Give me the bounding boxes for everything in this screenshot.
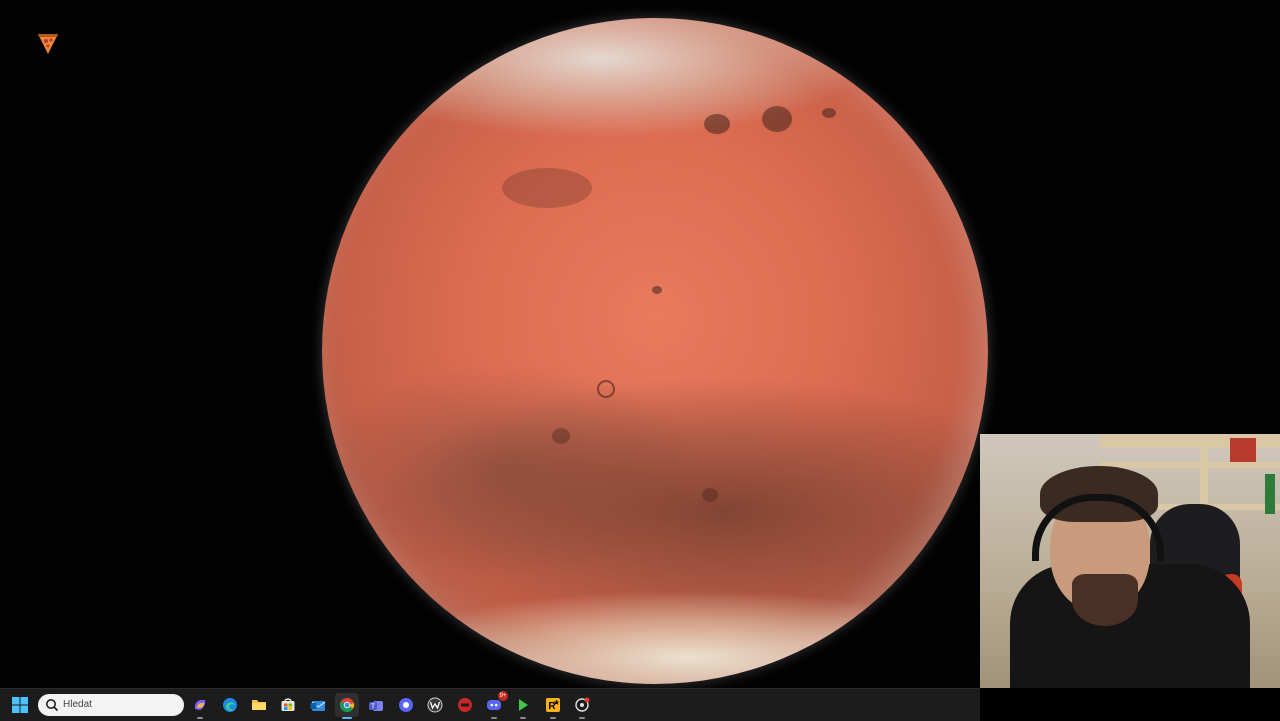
teams-button[interactable]: T [364,693,388,717]
outlook-button[interactable] [306,693,330,717]
notification-badge: 9+ [498,691,508,701]
gear-circle-icon [575,697,590,712]
pizza-slice-icon [36,30,60,61]
app-red-button[interactable] [453,693,477,717]
start-button[interactable] [8,693,32,717]
app-w-button[interactable] [423,693,447,717]
rockstar-button[interactable]: R [541,693,565,719]
svg-text:T: T [371,704,376,711]
mars-wallpaper-image [322,18,988,684]
folder-icon [252,700,266,710]
rockstar-icon: R [546,698,560,712]
copilot-icon [194,700,206,710]
file-explorer-button[interactable] [247,693,271,717]
desktop [0,0,1280,688]
store-icon [281,698,295,711]
chrome-button[interactable] [335,693,359,719]
media-play-button[interactable] [511,693,535,719]
mail-icon [310,701,326,711]
copilot-button[interactable] [188,693,212,719]
chat-bubble-icon [399,698,413,712]
search-placeholder: Hledat [63,699,92,710]
windows-logo-icon [12,697,28,713]
webcam-overlay [980,434,1280,688]
discord-button[interactable]: 9+ [482,691,508,719]
settings-app-button[interactable] [570,693,594,719]
desktop-shortcut-label [22,80,76,88]
messenger-button[interactable] [394,693,418,717]
search-box[interactable]: Hledat [38,694,184,716]
taskbar: Hledat T 9+ R [0,688,980,721]
chrome-icon [339,698,355,713]
edge-browser-icon [223,698,237,712]
edge-button[interactable] [218,693,242,717]
play-icon [519,699,528,711]
teams-icon: T [369,701,383,711]
store-button[interactable] [276,693,300,717]
search-icon [46,699,59,712]
red-logo-icon [458,698,472,712]
desktop-shortcut[interactable] [22,24,76,94]
w-logo-icon [427,697,443,713]
